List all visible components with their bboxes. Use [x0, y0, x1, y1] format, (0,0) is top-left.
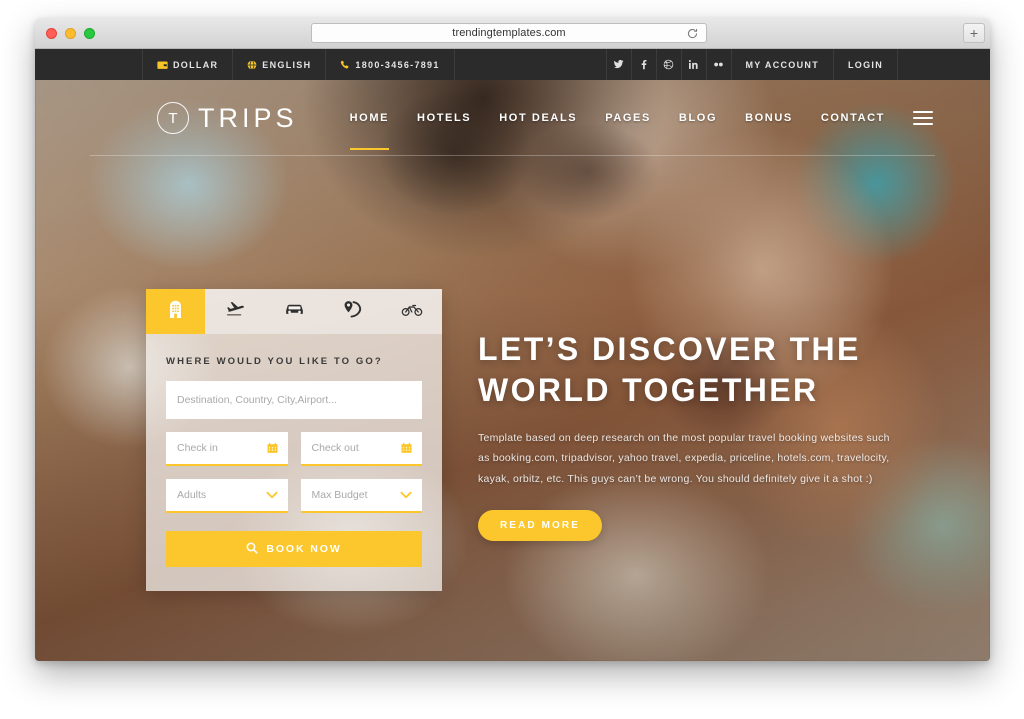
read-more-button[interactable]: READ MORE: [478, 510, 602, 542]
main-navigation: HOME HOTELS HOT DEALS PAGES BLOG BONUS C…: [336, 86, 990, 150]
search-icon: [246, 542, 258, 557]
options-fields-row: Adults Max Budget: [166, 479, 422, 526]
booking-tabs: [146, 289, 442, 334]
car-icon: [284, 302, 305, 321]
wallet-icon: [157, 60, 168, 70]
booking-tab-flight[interactable]: [205, 289, 264, 334]
budget-placeholder: Max Budget: [311, 489, 368, 501]
calendar-icon[interactable]: [266, 442, 278, 454]
my-account-link[interactable]: MY ACCOUNT: [730, 49, 834, 80]
checkout-placeholder: Check out: [311, 442, 359, 454]
booking-form-title: WHERE WOULD YOU LIKE TO GO?: [166, 356, 383, 367]
hero-title-line-2: WORLD TOGETHER: [478, 371, 819, 408]
booking-widget: WHERE WOULD YOU LIKE TO GO? Destination,…: [146, 289, 442, 591]
login-link[interactable]: LOGIN: [833, 49, 898, 80]
close-window-button[interactable]: [46, 28, 57, 39]
checkin-input[interactable]: Check in: [166, 432, 288, 466]
globe-icon: [247, 59, 257, 70]
chevron-down-icon[interactable]: [400, 491, 412, 499]
booking-tab-car[interactable]: [264, 289, 323, 334]
hero-title-line-1: LET’S DISCOVER THE: [478, 331, 861, 367]
logo-text: TRIPS: [198, 102, 298, 133]
checkout-input[interactable]: Check out: [300, 432, 422, 466]
plane-icon: [225, 301, 245, 322]
hero-content: LET’S DISCOVER THE WORLD TOGETHER Templa…: [478, 329, 898, 542]
nav-item-home[interactable]: HOME: [336, 86, 403, 150]
url-text: trendingtemplates.com: [452, 27, 566, 39]
dribbble-icon[interactable]: [655, 49, 681, 80]
adults-placeholder: Adults: [177, 489, 207, 501]
topbar-left-group: DOLLAR ENGLISH 1800-3456-7891: [142, 49, 455, 80]
facebook-icon[interactable]: [630, 49, 656, 80]
destination-input[interactable]: Destination, Country, City,Airport...: [166, 381, 422, 419]
language-label: ENGLISH: [262, 59, 312, 70]
budget-select[interactable]: Max Budget: [300, 479, 422, 513]
checkin-placeholder: Check in: [177, 442, 218, 454]
minimize-window-button[interactable]: [65, 28, 76, 39]
logo-mark-icon: T: [157, 102, 189, 134]
hamburger-icon[interactable]: [913, 111, 933, 125]
new-tab-button[interactable]: +: [963, 23, 985, 43]
currency-selector[interactable]: DOLLAR: [142, 49, 232, 80]
browser-window: trendingtemplates.com + DOLLAR ENGLISH 1…: [35, 18, 990, 661]
phone-icon: [340, 60, 350, 70]
address-bar[interactable]: trendingtemplates.com: [311, 23, 707, 43]
hero-paragraph: Template based on deep research on the m…: [478, 431, 890, 485]
website-viewport: DOLLAR ENGLISH 1800-3456-7891 MY ACCOUNT…: [35, 49, 990, 661]
hotel-icon: [167, 300, 184, 324]
linkedin-icon[interactable]: [680, 49, 706, 80]
book-now-button[interactable]: BOOK NOW: [166, 531, 422, 567]
topbar-right-group: MY ACCOUNT LOGIN: [605, 49, 898, 80]
calendar-icon[interactable]: [401, 442, 412, 454]
tour-location-icon: [343, 300, 363, 323]
twitter-icon[interactable]: [605, 49, 631, 80]
destination-placeholder: Destination, Country, City,Airport...: [177, 394, 338, 406]
nav-item-blog[interactable]: BLOG: [665, 86, 731, 150]
chevron-down-icon[interactable]: [265, 491, 278, 499]
phone-label: 1800-3456-7891: [355, 59, 440, 70]
nav-item-pages[interactable]: PAGES: [591, 86, 665, 150]
site-logo[interactable]: T TRIPS: [157, 102, 298, 134]
nav-item-hot-deals[interactable]: HOT DEALS: [485, 86, 591, 150]
flickr-icon[interactable]: [705, 49, 731, 80]
phone-number[interactable]: 1800-3456-7891: [325, 49, 455, 80]
bicycle-icon: [401, 302, 423, 322]
utility-topbar: DOLLAR ENGLISH 1800-3456-7891 MY ACCOUNT…: [35, 49, 990, 80]
date-fields-row: Check in Check out: [166, 432, 422, 479]
booking-form: WHERE WOULD YOU LIKE TO GO? Destination,…: [146, 334, 442, 591]
adults-select[interactable]: Adults: [166, 479, 288, 513]
nav-item-contact[interactable]: CONTACT: [807, 86, 899, 150]
maximize-window-button[interactable]: [84, 28, 95, 39]
nav-item-bonus[interactable]: BONUS: [731, 86, 807, 150]
currency-label: DOLLAR: [173, 59, 219, 70]
booking-tab-hotel[interactable]: [146, 289, 206, 334]
booking-tab-tour[interactable]: [324, 289, 383, 334]
hero-title: LET’S DISCOVER THE WORLD TOGETHER: [478, 329, 898, 411]
nav-item-hotels[interactable]: HOTELS: [403, 86, 485, 150]
browser-titlebar: trendingtemplates.com +: [35, 18, 990, 49]
booking-tab-bicycle[interactable]: [383, 289, 442, 334]
reload-icon[interactable]: [686, 27, 699, 40]
book-now-label: BOOK NOW: [266, 543, 342, 555]
site-header: T TRIPS HOME HOTELS HOT DEALS PAGES BLOG…: [35, 80, 990, 156]
language-selector[interactable]: ENGLISH: [232, 49, 325, 80]
